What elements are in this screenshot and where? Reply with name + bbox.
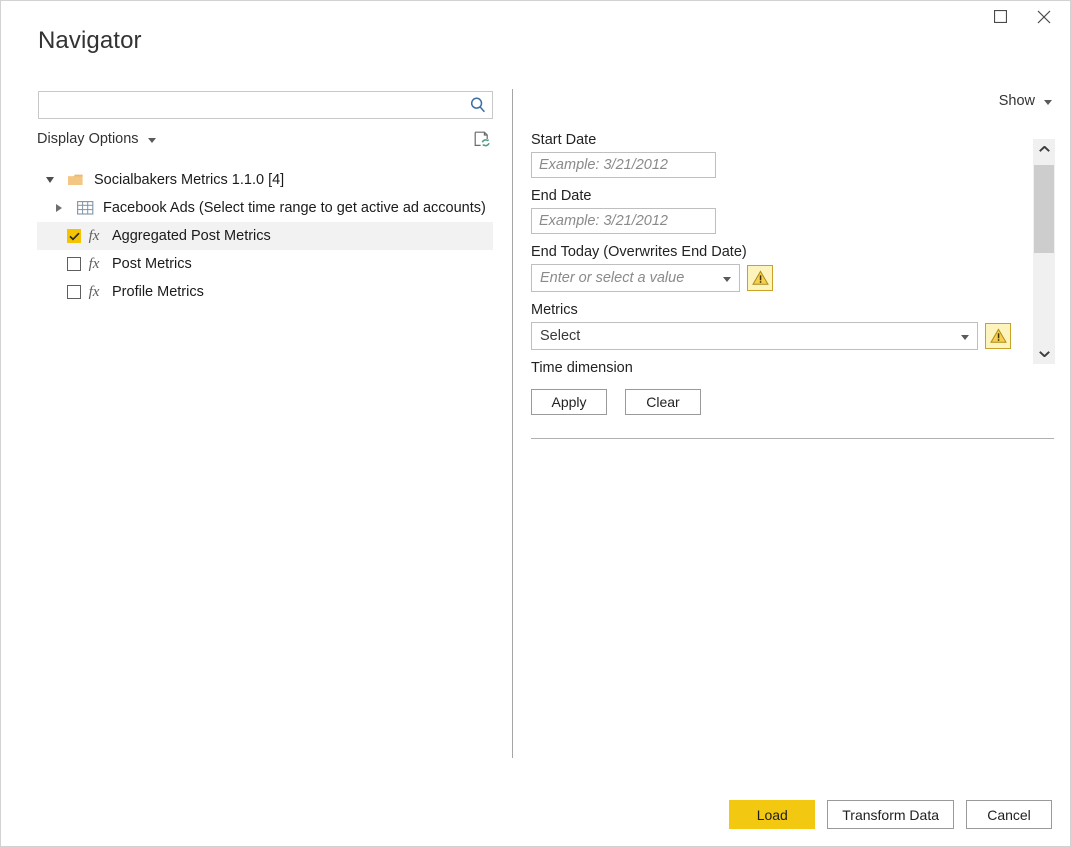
tree-item-label: Profile Metrics: [112, 284, 204, 300]
tree-item-profile-metrics[interactable]: fx Profile Metrics: [37, 278, 493, 306]
end-today-combobox[interactable]: Enter or select a value: [531, 264, 740, 292]
end-date-label: End Date: [531, 188, 592, 204]
tree-item-post-metrics[interactable]: fx Post Metrics: [37, 250, 493, 278]
tree-item-aggregated-post-metrics[interactable]: fx Aggregated Post Metrics: [37, 222, 493, 250]
tree-item-checkbox[interactable]: [67, 229, 81, 243]
metrics-combobox[interactable]: Select: [531, 322, 978, 350]
footer-actions: Load Transform Data Cancel: [729, 800, 1052, 829]
search-input[interactable]: [39, 92, 464, 118]
fx-icon: fx: [88, 255, 100, 272]
chevron-down-icon: [1044, 99, 1052, 105]
navigator-dialog: Navigator Display Options Socialbakers M…: [0, 0, 1071, 847]
show-dropdown[interactable]: Show: [999, 93, 1052, 109]
maximize-icon: [993, 9, 1007, 28]
chevron-up-icon: [1038, 146, 1050, 152]
scroll-up-button[interactable]: [1033, 139, 1055, 159]
chevron-down-icon[interactable]: [723, 276, 731, 282]
load-button[interactable]: Load: [729, 800, 816, 829]
chevron-down-icon: [1038, 351, 1050, 357]
form-actions: Apply Clear: [531, 389, 1011, 415]
metrics-value: Select: [540, 328, 581, 344]
start-date-input[interactable]: Example: 3/21/2012: [531, 152, 716, 178]
triangle-down-icon[interactable]: [37, 177, 63, 183]
end-today-label: End Today (Overwrites End Date): [531, 244, 747, 260]
warning-icon[interactable]: [747, 265, 773, 291]
search-icon[interactable]: [464, 96, 492, 114]
time-dimension-group: Time dimension: [531, 359, 1011, 377]
tree-item-checkbox[interactable]: [67, 257, 81, 271]
tree-item-label: Facebook Ads (Select time range to get a…: [103, 200, 486, 216]
tree-item-facebook-ads[interactable]: Facebook Ads (Select time range to get a…: [37, 194, 493, 222]
display-options-dropdown[interactable]: Display Options: [37, 131, 156, 147]
chevron-down-icon[interactable]: [961, 334, 969, 340]
tree-item-socialbakers-metrics[interactable]: Socialbakers Metrics 1.1.0 [4]: [37, 166, 493, 194]
window-controls: [978, 1, 1066, 37]
metrics-label: Metrics: [531, 302, 578, 318]
tree-item-label: Socialbakers Metrics 1.1.0 [4]: [94, 172, 285, 188]
clear-button[interactable]: Clear: [625, 389, 701, 415]
start-date-group: Start Date Example: 3/21/2012: [531, 131, 1011, 178]
chevron-down-icon: [147, 137, 156, 143]
tree-item-label: Aggregated Post Metrics: [112, 228, 271, 244]
folder-icon: [63, 173, 89, 188]
end-today-value: Enter or select a value: [540, 270, 685, 286]
maximize-button[interactable]: [978, 2, 1022, 36]
close-icon: [1037, 10, 1051, 29]
close-button[interactable]: [1022, 2, 1066, 36]
parameters-form: Start Date Example: 3/21/2012 End Date E…: [531, 131, 1011, 415]
apply-button[interactable]: Apply: [531, 389, 607, 415]
warning-icon[interactable]: [985, 323, 1011, 349]
refresh-document-icon[interactable]: [472, 130, 492, 150]
cancel-button[interactable]: Cancel: [966, 800, 1052, 829]
scroll-down-button[interactable]: [1033, 344, 1055, 364]
time-dimension-label: Time dimension: [531, 360, 633, 376]
end-today-group: End Today (Overwrites End Date) Enter or…: [531, 243, 1011, 292]
end-date-input[interactable]: Example: 3/21/2012: [531, 208, 716, 234]
vertical-scrollbar[interactable]: [1033, 139, 1055, 364]
fx-icon: fx: [88, 283, 100, 300]
table-icon: [72, 200, 98, 216]
tree-item-label: Post Metrics: [112, 256, 192, 272]
triangle-right-icon[interactable]: [46, 204, 72, 212]
tree-item-checkbox[interactable]: [67, 285, 81, 299]
footer-bar: Load Transform Data Cancel: [1, 784, 1070, 846]
fx-icon: fx: [88, 227, 100, 244]
page-title: Navigator: [38, 27, 142, 54]
end-date-group: End Date Example: 3/21/2012: [531, 187, 1011, 234]
navigator-tree[interactable]: Socialbakers Metrics 1.1.0 [4] Facebook …: [37, 166, 493, 306]
start-date-label: Start Date: [531, 132, 597, 148]
horizontal-divider: [531, 438, 1054, 439]
metrics-group: Metrics Select: [531, 301, 1011, 350]
show-label: Show: [998, 93, 1035, 109]
vertical-divider: [512, 89, 513, 758]
scrollbar-thumb[interactable]: [1034, 165, 1054, 253]
transform-data-button[interactable]: Transform Data: [827, 800, 954, 829]
search-box[interactable]: [38, 91, 493, 119]
title-bar: Navigator: [1, 1, 1070, 54]
display-options-label: Display Options: [37, 131, 139, 147]
